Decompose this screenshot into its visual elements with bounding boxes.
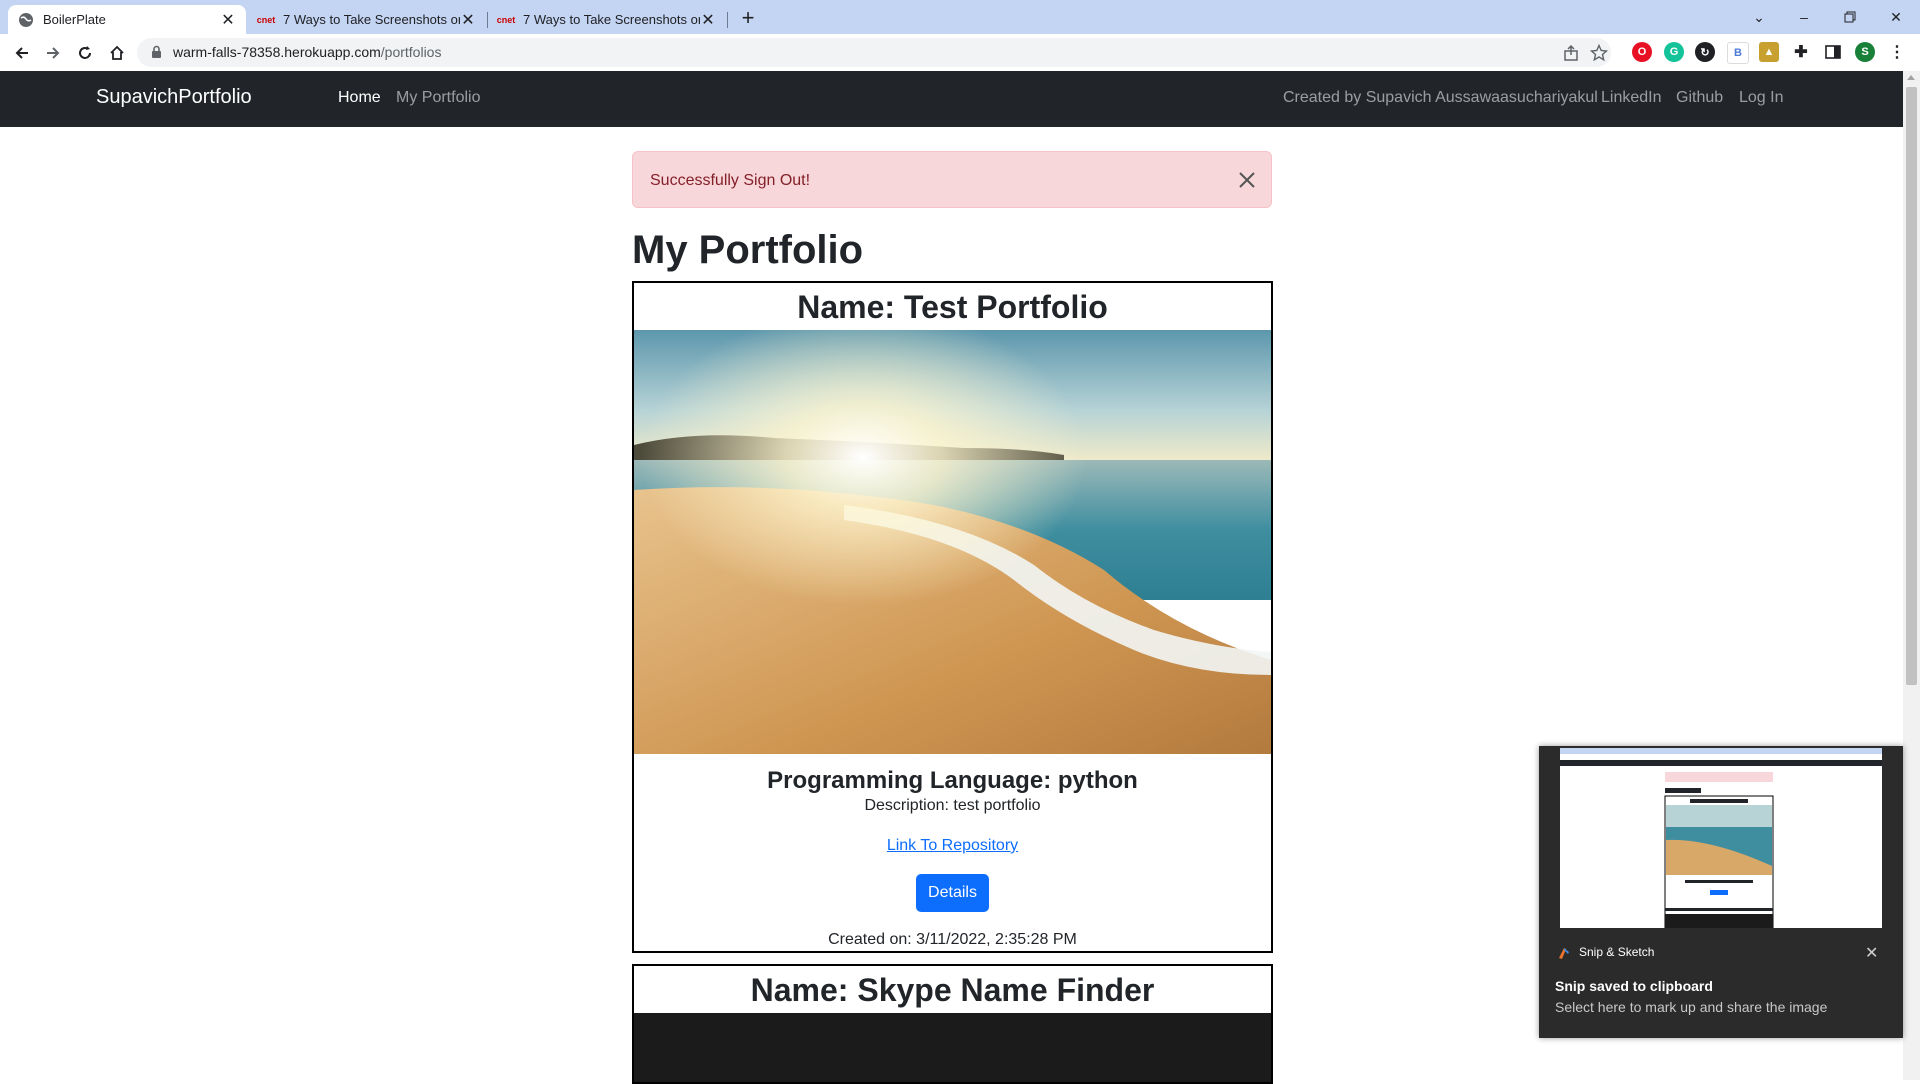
lock-icon[interactable] [151,45,162,64]
portfolio-card: Name: Test Portfolio Programming Languag… [632,281,1273,953]
close-tab-icon[interactable]: ✕ [460,10,476,30]
dismiss-notification-icon[interactable]: ✕ [1865,943,1878,963]
reload-button[interactable] [71,39,99,67]
portfolio-card: Name: Skype Name Finder [632,964,1273,1084]
minimize-button[interactable]: – [1781,0,1827,34]
portfolio-name: Name: Test Portfolio [797,289,1108,325]
cnet-icon: cnet [256,14,276,25]
repository-link-wrapper: Link To Repository [634,837,1271,855]
forward-button[interactable] [39,39,67,67]
page-scrollbar[interactable] [1903,71,1920,1080]
nav-my-portfolio[interactable]: My Portfolio [396,89,480,107]
alert-message: Successfully Sign Out! [650,172,811,189]
screenshot-thumbnail-image [1560,748,1882,928]
nav-github[interactable]: Github [1676,89,1723,107]
page-title: My Portfolio [632,228,864,272]
nav-log-in[interactable]: Log In [1739,89,1783,107]
url-text: warm-falls-78358.herokuapp.com/portfolio… [173,44,442,60]
signout-alert: Successfully Sign Out! [632,151,1272,208]
details-button[interactable]: Details [916,874,989,912]
bookmark-star-icon[interactable] [1589,43,1609,62]
share-icon[interactable] [1562,44,1580,62]
browser-toolbar: warm-falls-78358.herokuapp.com/portfolio… [0,34,1920,72]
scroll-up-arrow-icon[interactable] [1907,75,1915,80]
home-button[interactable] [103,39,131,67]
tab-title: 7 Ways to Take Screenshots on W [283,12,460,27]
back-button[interactable] [8,39,36,67]
restore-button[interactable] [1827,0,1873,34]
notification-body: Select here to mark up and share the ima… [1555,999,1828,1015]
nav-linkedin[interactable]: LinkedIn [1601,89,1662,107]
globe-icon [18,12,34,28]
kebab-menu-icon[interactable]: ⋮ [1887,42,1907,62]
close-tab-icon[interactable]: ✕ [220,10,236,30]
notification-app-name: Snip & Sketch [1579,945,1655,959]
programming-language: Programming Language: python [767,767,1138,794]
tab-screenshots-2[interactable]: cnet 7 Ways to Take Screenshots on W ✕ [488,5,726,34]
portfolio-image [634,1013,1271,1082]
portfolio-description: Description: test portfolio [864,797,1041,814]
brand-logo[interactable]: SupavichPortfolio [96,86,252,109]
screenshot-thumbnail[interactable] [1560,748,1882,928]
tab-title: 7 Ways to Take Screenshots on W [523,12,700,27]
landscape-extension-icon[interactable]: ▲ [1759,42,1779,62]
close-icon[interactable] [1236,169,1258,191]
beach-sunset-image [634,330,1271,754]
portfolio-name: Name: Skype Name Finder [750,972,1155,1008]
new-tab-button[interactable]: + [734,5,762,33]
tab-boilerplate[interactable]: BoilerPlate ✕ [8,5,246,34]
opera-extension-icon[interactable]: O [1632,42,1652,62]
browser-tab-strip: BoilerPlate ✕ cnet 7 Ways to Take Screen… [0,0,1920,34]
sync-extension-icon[interactable]: ↻ [1695,42,1715,62]
created-date: Created on: 3/11/2022, 2:35:28 PM [828,931,1077,948]
close-window-button[interactable]: ✕ [1873,0,1919,34]
tab-title: BoilerPlate [43,12,106,27]
scrollbar-thumb[interactable] [1906,87,1917,685]
notification-heading: Snip saved to clipboard [1555,978,1713,994]
nav-created-by[interactable]: Created by Supavich Aussawaasuchariyakul [1283,89,1598,107]
snip-sketch-icon [1557,946,1571,960]
repository-link[interactable]: Link To Repository [887,837,1018,854]
tab-divider [727,12,728,28]
cnet-icon: cnet [496,14,516,25]
snip-notification[interactable]: Snip & Sketch ✕ Snip saved to clipboard … [1539,746,1903,1038]
extensions-puzzle-icon[interactable]: ✚ [1791,42,1811,62]
grammarly-extension-icon[interactable]: G [1664,42,1684,62]
tab-search-icon[interactable]: ⌄ [1736,0,1782,34]
side-panel-icon[interactable] [1823,42,1843,62]
site-navbar: SupavichPortfolio Home My Portfolio Crea… [0,71,1903,127]
profile-avatar[interactable]: S [1855,42,1875,62]
nav-home[interactable]: Home [338,89,381,107]
tab-screenshots-1[interactable]: cnet 7 Ways to Take Screenshots on W ✕ [248,5,486,34]
close-tab-icon[interactable]: ✕ [700,10,716,30]
address-bar[interactable]: warm-falls-78358.herokuapp.com/portfolio… [137,38,1611,67]
b-extension-icon[interactable]: B [1727,42,1749,64]
